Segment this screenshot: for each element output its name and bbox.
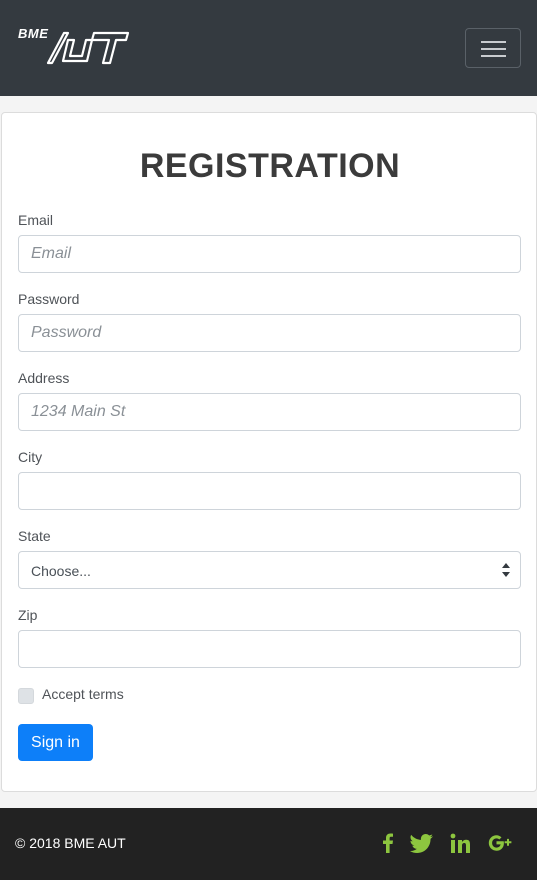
sign-in-button[interactable]: Sign in [18, 724, 93, 761]
password-label: Password [18, 291, 80, 307]
hamburger-icon-line [481, 55, 506, 57]
brand-prefix: BME [18, 26, 49, 41]
select-arrows-icon [502, 563, 510, 577]
city-label: City [18, 449, 43, 465]
hamburger-icon-line [481, 48, 506, 50]
email-label: Email [18, 212, 54, 228]
google-plus-icon[interactable] [488, 832, 514, 854]
accept-terms-checkbox[interactable] [18, 688, 34, 704]
accept-terms-label[interactable]: Accept terms [42, 686, 124, 702]
twitter-icon[interactable] [409, 832, 435, 854]
registration-card: REGISTRATION Email Password Address City… [1, 112, 537, 792]
state-select[interactable]: Choose... [18, 551, 521, 589]
navbar: BME [0, 0, 537, 96]
hamburger-icon [481, 41, 506, 43]
page-title: REGISTRATION [139, 147, 401, 185]
zip-label: Zip [18, 607, 38, 623]
copyright-text: © 2018 BME AUT [15, 835, 126, 851]
zip-field[interactable] [18, 630, 521, 668]
aut-logo-icon [46, 31, 130, 65]
password-field[interactable] [18, 314, 521, 352]
address-label: Address [18, 370, 70, 386]
state-label: State [18, 528, 51, 544]
city-field[interactable] [18, 472, 521, 510]
brand-logo[interactable]: BME [18, 24, 130, 66]
facebook-icon[interactable] [376, 832, 402, 854]
email-field[interactable] [18, 235, 521, 273]
address-field[interactable] [18, 393, 521, 431]
footer: © 2018 BME AUT [0, 808, 537, 880]
menu-toggle-button[interactable] [465, 28, 521, 68]
state-selected-value: Choose... [31, 563, 91, 579]
linkedin-icon[interactable] [448, 832, 474, 854]
